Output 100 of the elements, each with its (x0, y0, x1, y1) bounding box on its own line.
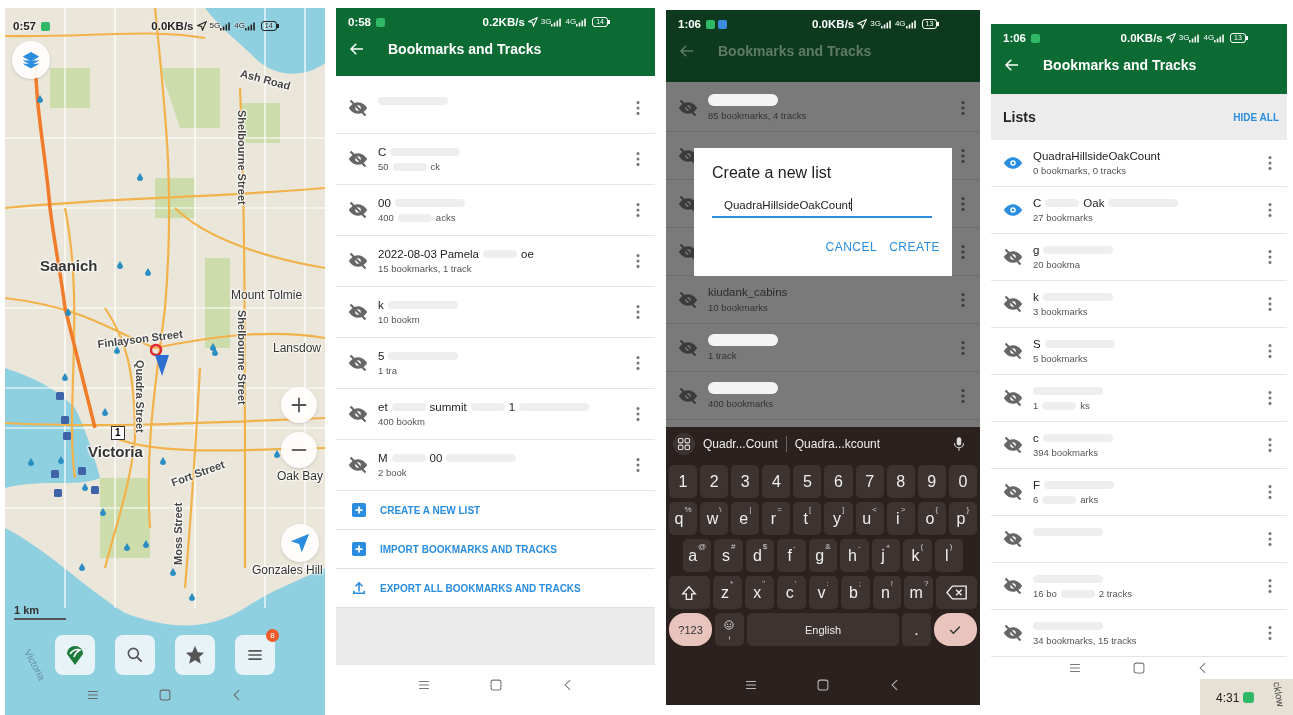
suggestion-chip[interactable]: Quadr...Count (703, 437, 778, 451)
eye-off-icon[interactable] (1003, 482, 1023, 502)
more-options-icon[interactable] (1267, 295, 1273, 313)
key-button[interactable]: 9 (917, 465, 946, 498)
key-button[interactable]: o{ (917, 502, 946, 535)
more-options-icon[interactable] (635, 456, 641, 474)
eye-off-icon[interactable] (1003, 247, 1023, 267)
key-button[interactable]: m? (904, 576, 934, 609)
key-button[interactable]: k( (903, 539, 932, 572)
key-button[interactable]: s# (714, 539, 743, 572)
key-button[interactable]: q% (669, 502, 698, 535)
more-options-icon[interactable] (1267, 624, 1273, 642)
key-button[interactable]: 6 (824, 465, 853, 498)
eye-off-icon[interactable] (1003, 388, 1023, 408)
key-button[interactable]: z* (712, 576, 742, 609)
key-button[interactable]: 4 (762, 465, 791, 498)
key-button[interactable]: b; (840, 576, 870, 609)
key-button[interactable]: 8 (886, 465, 915, 498)
search-button[interactable] (115, 635, 155, 675)
suggestion-chip[interactable]: Quadra...kcount (794, 437, 881, 451)
emoji-comma-key[interactable]: , (715, 613, 744, 646)
key-button[interactable]: 1 (669, 465, 698, 498)
key-button[interactable]: v: (808, 576, 838, 609)
key-button[interactable]: 2 (700, 465, 729, 498)
key-button[interactable]: t[ (793, 502, 822, 535)
more-options-icon[interactable] (1267, 389, 1273, 407)
dialog-button[interactable]: CANCEL (825, 240, 878, 254)
key-button[interactable]: c' (776, 576, 806, 609)
key-button[interactable]: x" (744, 576, 774, 609)
key-button[interactable]: u< (855, 502, 884, 535)
more-options-icon[interactable] (1267, 201, 1273, 219)
menu-button[interactable] (235, 635, 275, 675)
more-options-icon[interactable] (635, 252, 641, 270)
more-options-icon[interactable] (635, 99, 641, 117)
home-icon[interactable] (1132, 661, 1146, 675)
more-options-icon[interactable] (1267, 577, 1273, 595)
key-button[interactable]: e| (731, 502, 760, 535)
eye-off-icon[interactable] (348, 353, 368, 373)
eye-off-icon[interactable] (348, 302, 368, 322)
eye-off-icon[interactable] (1003, 576, 1023, 596)
key-button[interactable]: 7 (855, 465, 884, 498)
eye-off-icon[interactable] (348, 98, 368, 118)
menu-icon[interactable] (744, 678, 758, 692)
more-options-icon[interactable] (1267, 530, 1273, 548)
eye-off-icon[interactable] (1003, 435, 1023, 455)
key-button[interactable]: . (902, 613, 931, 646)
key-button[interactable]: 0 (948, 465, 977, 498)
eye-off-icon[interactable] (348, 455, 368, 475)
symbols-key[interactable]: ?123 (669, 613, 713, 646)
eye-off-icon[interactable] (348, 200, 368, 220)
dialog-button[interactable]: CREATE (889, 240, 940, 254)
more-options-icon[interactable] (1267, 154, 1273, 172)
enter-key[interactable] (933, 613, 977, 646)
list-name-field[interactable]: QuadraHillsideOakCount (712, 198, 932, 218)
bookmarks-button[interactable] (175, 635, 215, 675)
back-arrow-icon[interactable] (348, 40, 366, 58)
back-arrow-icon[interactable] (678, 42, 696, 60)
more-options-icon[interactable] (1267, 342, 1273, 360)
more-options-icon[interactable] (1267, 483, 1273, 501)
more-options-icon[interactable] (1267, 436, 1273, 454)
home-icon[interactable] (488, 678, 503, 692)
home-icon[interactable] (816, 678, 830, 692)
key-button[interactable]: 5 (793, 465, 822, 498)
key-button[interactable]: 3 (731, 465, 760, 498)
key-button[interactable]: i> (886, 502, 915, 535)
eye-off-icon[interactable] (1003, 529, 1023, 549)
app-button[interactable] (55, 635, 95, 675)
key-button[interactable]: d$ (745, 539, 775, 572)
back-arrow-icon[interactable] (1003, 56, 1021, 74)
key-button[interactable]: r= (762, 502, 791, 535)
shift-key[interactable] (669, 576, 710, 609)
eye-off-icon[interactable] (1003, 294, 1023, 314)
key-button[interactable]: f- (777, 539, 806, 572)
more-options-icon[interactable] (635, 150, 641, 168)
eye-off-icon[interactable] (348, 404, 368, 424)
key-button[interactable]: a@ (683, 539, 712, 572)
more-options-icon[interactable] (635, 405, 641, 423)
microphone-icon[interactable] (953, 436, 965, 452)
more-options-icon[interactable] (1267, 248, 1273, 266)
backspace-key[interactable] (936, 576, 978, 609)
key-button[interactable]: p} (948, 502, 977, 535)
menu-icon[interactable] (416, 678, 431, 692)
key-button[interactable]: l) (934, 539, 963, 572)
more-options-icon[interactable] (635, 303, 641, 321)
key-button[interactable]: n! (872, 576, 902, 609)
menu-icon[interactable] (1068, 661, 1082, 675)
key-button[interactable]: g& (808, 539, 838, 572)
map-pin-icon[interactable] (150, 343, 170, 377)
eye-off-icon[interactable] (348, 251, 368, 271)
key-button[interactable]: y] (824, 502, 853, 535)
key-button[interactable]: j+ (871, 539, 901, 572)
more-options-icon[interactable] (635, 354, 641, 372)
more-options-icon[interactable] (635, 201, 641, 219)
eye-off-icon[interactable] (1003, 623, 1023, 643)
space-key[interactable]: English (746, 613, 900, 646)
key-button[interactable]: h- (840, 539, 869, 572)
apps-grid-icon[interactable] (673, 433, 695, 455)
eye-off-icon[interactable] (1003, 341, 1023, 361)
key-button[interactable]: w\ (700, 502, 729, 535)
eye-off-icon[interactable] (348, 149, 368, 169)
